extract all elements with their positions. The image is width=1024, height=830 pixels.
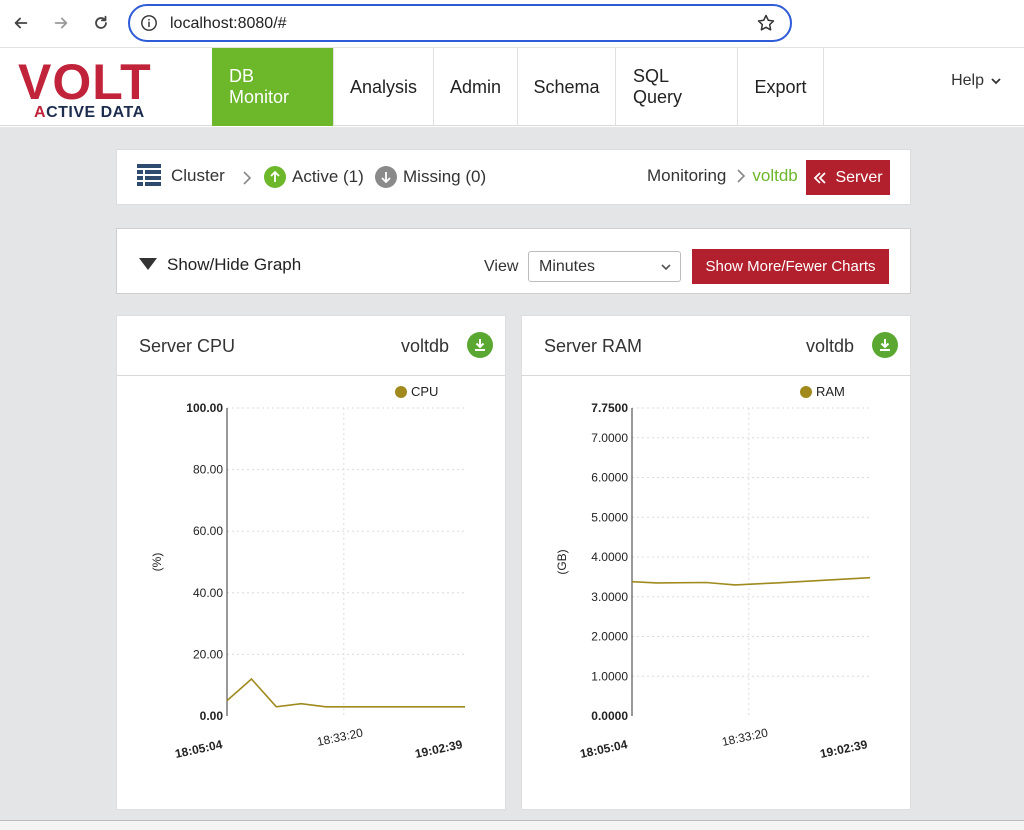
- main-nav-tabs: DB Monitor Analysis Admin Schema SQL Que…: [212, 48, 824, 126]
- monitoring-label: Monitoring: [647, 166, 727, 185]
- legend-label: CPU: [411, 384, 438, 399]
- site-info-icon[interactable]: [140, 14, 158, 32]
- arrow-up-icon: [264, 166, 286, 188]
- page-bottom-edge: [0, 820, 1024, 830]
- arrow-down-icon: [375, 166, 397, 188]
- missing-count-label: Missing (0): [403, 167, 487, 186]
- chevron-right-icon: [243, 171, 252, 185]
- legend-swatch: [800, 386, 812, 398]
- url-text: localhost:8080/#: [170, 15, 287, 32]
- download-icon[interactable]: [467, 332, 493, 358]
- y-tick-label: 60.00: [193, 524, 223, 538]
- back-icon[interactable]: [8, 10, 34, 36]
- ram-chart: 0.0000 1.0000 2.0000 3.0000 4.0000 5.0000 6.00…: [555, 384, 871, 761]
- x-tick-label: 19:02:39: [819, 737, 869, 761]
- x-tick-label: 18:33:20: [316, 725, 365, 748]
- y-tick-label: 100.00: [186, 401, 223, 415]
- tab-db-monitor[interactable]: DB Monitor: [212, 48, 334, 126]
- cluster-grid-icon: [137, 164, 161, 186]
- card-server-name: voltdb: [805, 336, 854, 356]
- help-menu[interactable]: Help: [951, 72, 1002, 90]
- server-ram-card: Server RAM voltdb 0.0000 1.0000 2.0000 3.00…: [521, 315, 911, 810]
- app-header: VOLT ACTIVE DATA DB Monitor Analysis Adm…: [0, 48, 1024, 126]
- chevron-down-icon: [661, 264, 671, 271]
- tab-sql-query[interactable]: SQL Query: [616, 48, 738, 126]
- volt-logo[interactable]: VOLT ACTIVE DATA: [18, 56, 178, 122]
- y-tick-label: 40.00: [193, 586, 223, 600]
- server-button[interactable]: Server: [806, 160, 890, 195]
- browser-toolbar: localhost:8080/#: [0, 0, 1024, 48]
- active-status[interactable]: Active (1): [264, 166, 364, 188]
- card-server-name: voltdb: [400, 336, 449, 356]
- y-axis-label: (%): [150, 553, 164, 572]
- series-line-ram: [631, 576, 871, 586]
- missing-status[interactable]: Missing (0): [375, 166, 486, 188]
- bookmark-star-icon[interactable]: [756, 13, 776, 33]
- help-label: Help: [951, 72, 984, 89]
- view-label: View: [484, 258, 519, 275]
- card-header: Server RAM voltdb: [522, 316, 910, 376]
- server-button-label: Server: [835, 168, 883, 186]
- y-tick-label: 4.0000: [591, 550, 628, 564]
- show-hide-graph-toggle[interactable]: Show/Hide Graph: [167, 255, 301, 275]
- chevron-down-icon: [991, 78, 1001, 85]
- x-tick-label: 18:05:04: [174, 737, 224, 761]
- y-tick-label: 80.00: [193, 463, 223, 477]
- y-tick-label: 1.0000: [591, 669, 628, 683]
- series-line-cpu: [226, 677, 465, 708]
- address-bar[interactable]: localhost:8080/#: [128, 4, 792, 42]
- y-tick-label: 7.7500: [591, 401, 628, 415]
- show-more-charts-button[interactable]: Show More/Fewer Charts: [692, 249, 889, 284]
- legend-label: RAM: [816, 384, 845, 399]
- cpu-chart: 0.00 20.00 40.00 60.00 80.00 100.00 18:05:04 18…: [150, 384, 466, 761]
- y-tick-label: 20.00: [193, 647, 223, 661]
- view-select[interactable]: Minutes: [528, 251, 681, 282]
- y-tick-label: 5.0000: [591, 510, 628, 524]
- x-tick-label: 19:02:39: [414, 737, 464, 761]
- tab-admin[interactable]: Admin: [434, 48, 518, 126]
- y-tick-label: 3.0000: [591, 590, 628, 604]
- double-chevron-left-icon: [814, 171, 827, 184]
- download-icon[interactable]: [872, 332, 898, 358]
- chevron-right-icon: [737, 169, 746, 183]
- y-tick-label: 7.0000: [591, 431, 628, 445]
- card-header: Server CPU voltdb: [117, 316, 505, 376]
- server-cpu-card: Server CPU voltdb 0.00 20.00 40.00 60.00 80.…: [116, 315, 506, 810]
- triangle-down-icon[interactable]: [139, 258, 157, 270]
- y-tick-label: 0.0000: [591, 709, 628, 723]
- x-tick-label: 18:05:04: [579, 737, 629, 761]
- y-tick-label: 0.00: [200, 709, 224, 723]
- monitoring-breadcrumb: Monitoring voltdb: [647, 166, 798, 186]
- monitoring-server-name[interactable]: voltdb: [752, 166, 797, 186]
- card-title: Server RAM: [544, 336, 643, 356]
- tab-schema[interactable]: Schema: [518, 48, 616, 126]
- y-tick-label: 2.0000: [591, 630, 628, 644]
- y-tick-label: 6.0000: [591, 471, 628, 485]
- view-select-value: Minutes: [539, 258, 596, 275]
- graph-controls-bar: Show/Hide Graph View Minutes Show More/F…: [116, 228, 911, 294]
- cluster-item: Cluster: [137, 163, 225, 189]
- reload-icon[interactable]: [88, 10, 114, 36]
- tab-export[interactable]: Export: [738, 48, 824, 126]
- active-count-label: Active (1): [292, 167, 364, 186]
- legend-swatch: [395, 386, 407, 398]
- cluster-status-bar: Cluster Active (1) Missing (0) Monitorin…: [116, 149, 911, 205]
- cluster-label: Cluster: [171, 166, 225, 185]
- x-tick-label: 18:33:20: [721, 725, 770, 748]
- y-axis-label: (GB): [555, 549, 569, 574]
- forward-icon[interactable]: [48, 10, 74, 36]
- card-title: Server CPU: [139, 336, 236, 356]
- tab-analysis[interactable]: Analysis: [334, 48, 434, 126]
- logo-sub-text: ACTIVE DATA: [34, 104, 145, 121]
- logo-main-text: VOLT: [18, 54, 152, 110]
